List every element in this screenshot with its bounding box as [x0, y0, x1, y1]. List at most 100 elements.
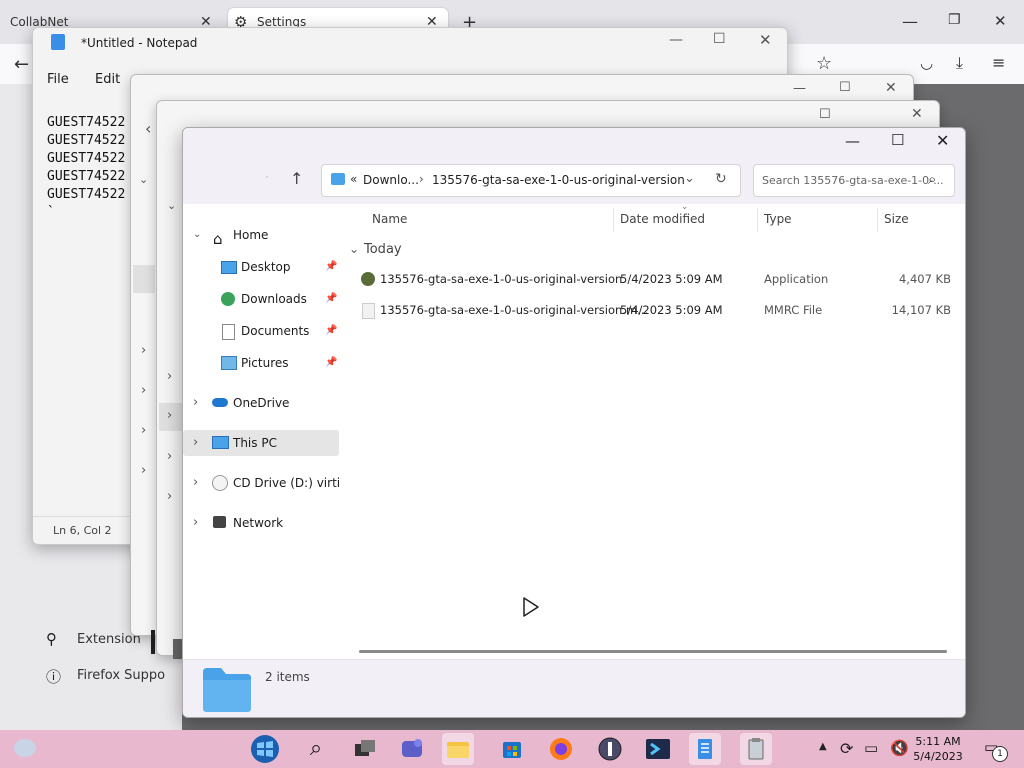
back-icon[interactable]: ‹ [145, 119, 151, 138]
column-header-name[interactable]: Name [372, 212, 407, 226]
column-divider[interactable] [757, 208, 758, 232]
firefox-icon[interactable] [545, 733, 577, 765]
refresh-icon[interactable]: ↻ [715, 171, 727, 187]
chevron-down-icon[interactable]: ⌄ [139, 173, 148, 186]
store-icon[interactable] [496, 733, 528, 765]
column-divider[interactable] [877, 208, 878, 232]
navigation-pane: ⌄ ⌂ Home Desktop 📌 Downloads 📌 Documents… [183, 204, 343, 659]
breadcrumb-overflow[interactable]: « [350, 172, 357, 186]
maximize-icon[interactable]: ☐ [891, 131, 904, 149]
close-icon[interactable]: ✕ [936, 131, 949, 150]
column-header-date[interactable]: Date modified [620, 212, 705, 226]
sync-icon[interactable]: ⟳ [840, 739, 853, 758]
minimize-icon[interactable]: — [669, 32, 683, 48]
nav-item-documents[interactable]: Documents 📌 [183, 318, 339, 344]
column-header-size[interactable]: Size [884, 212, 909, 226]
chevron-right-icon[interactable]: › [141, 383, 146, 398]
chevron-down-icon[interactable]: ⌄ [349, 242, 359, 256]
file-type: MMRC File [764, 303, 823, 317]
notepad-text-area[interactable]: GUEST74522 GUEST74522 GUEST74522 GUEST74… [47, 114, 125, 222]
maximize-icon[interactable]: ☐ [713, 31, 726, 47]
nav-item-this-pc[interactable]: › This PC [183, 430, 339, 456]
notepad-taskbar-icon[interactable] [689, 733, 721, 765]
network-status-icon[interactable]: ▭ [864, 739, 878, 757]
menu-edit[interactable]: Edit [95, 72, 120, 87]
sidebar-item-label: Firefox Suppo [77, 668, 166, 683]
chevron-right-icon[interactable]: › [193, 390, 198, 416]
address-bar[interactable]: « Downlo... › 135576-gta-sa-exe-1-0-us-o… [321, 164, 741, 197]
close-icon[interactable]: ✕ [911, 106, 923, 122]
weather-icon[interactable] [14, 739, 36, 757]
nav-item-desktop[interactable]: Desktop 📌 [183, 254, 339, 280]
file-row[interactable]: 135576-gta-sa-exe-1-0-us-original-versio… [343, 265, 965, 293]
chevron-right-icon[interactable]: › [141, 343, 146, 358]
close-icon[interactable]: ✕ [885, 80, 897, 96]
nav-label: Home [233, 228, 269, 242]
file-explorer-taskbar-icon[interactable] [442, 733, 474, 765]
download-icon[interactable]: ⤓ [956, 53, 963, 73]
show-hidden-icons-icon[interactable]: ▲ [819, 741, 827, 752]
pin-icon[interactable]: 📌 [325, 286, 337, 312]
search-icon[interactable]: ⌕ [928, 170, 936, 188]
minimize-icon[interactable]: — [902, 12, 918, 31]
text-line: GUEST74522 [47, 187, 126, 202]
chevron-down-icon[interactable]: ⌄ [684, 171, 695, 186]
up-arrow-icon[interactable]: ↑ [290, 169, 303, 188]
pin-icon[interactable]: 📌 [325, 318, 337, 344]
chevron-down-icon[interactable]: ⌄ [167, 199, 176, 212]
folder-icon [201, 666, 253, 712]
chevron-right-icon[interactable]: › [167, 369, 172, 384]
breadcrumb-parent[interactable]: Downlo... [363, 173, 419, 187]
task-view-icon[interactable] [349, 733, 381, 765]
chevron-down-icon[interactable]: ⌄ [193, 222, 201, 248]
sidebar-item-support[interactable]: ⓘ Firefox Suppo [46, 666, 176, 686]
bookmark-star-icon[interactable]: ☆ [816, 53, 832, 74]
help-icon: ⓘ [46, 668, 62, 686]
horizontal-scrollbar[interactable] [359, 650, 947, 653]
chevron-right-icon[interactable]: › [167, 408, 172, 423]
breadcrumb-separator: › [419, 172, 424, 186]
selected-row [133, 265, 155, 293]
chevron-right-icon[interactable]: › [167, 449, 172, 464]
maximize-icon[interactable]: ☐ [819, 107, 831, 122]
file-icon [362, 303, 375, 319]
clipboard-app-icon[interactable] [740, 733, 772, 765]
menu-file[interactable]: File [47, 72, 69, 87]
chevron-right-icon[interactable]: › [141, 463, 146, 478]
minimize-icon[interactable]: — [793, 81, 806, 96]
notification-center[interactable]: ▭ 1 [984, 738, 1012, 762]
nav-item-pictures[interactable]: Pictures 📌 [183, 350, 339, 376]
chevron-right-icon[interactable]: › [167, 489, 172, 504]
nav-item-onedrive[interactable]: › OneDrive [183, 390, 339, 416]
menu-icon[interactable]: ≡ [992, 53, 1005, 72]
close-window-icon[interactable]: ✕ [994, 12, 1007, 30]
app-icon[interactable] [594, 733, 626, 765]
column-header-type[interactable]: Type [764, 212, 792, 226]
nav-item-downloads[interactable]: Downloads 📌 [183, 286, 339, 312]
chevron-right-icon[interactable]: › [141, 423, 146, 438]
restore-icon[interactable]: ❐ [948, 12, 961, 28]
chat-icon[interactable] [396, 733, 428, 765]
minimize-icon[interactable]: — [845, 132, 860, 150]
back-icon[interactable]: ← [14, 54, 29, 75]
chevron-right-icon[interactable]: › [193, 430, 198, 456]
clock[interactable]: 5:11 AM 5/4/2023 [912, 734, 964, 764]
pin-icon[interactable]: 📌 [325, 254, 337, 280]
maximize-icon[interactable]: ☐ [839, 80, 851, 95]
nav-item-cd-drive[interactable]: › CD Drive (D:) virtio-v [183, 470, 339, 496]
start-button[interactable] [249, 733, 281, 765]
volume-muted-icon[interactable]: 🔇 [890, 739, 909, 757]
powershell-icon[interactable] [642, 733, 674, 765]
nav-item-network[interactable]: › Network [183, 510, 339, 536]
pocket-icon[interactable]: ◡ [920, 54, 933, 72]
close-icon[interactable]: ✕ [759, 31, 772, 49]
search-box[interactable]: Search 135576-gta-sa-exe-1-0-... ⌕ [753, 164, 955, 197]
chevron-right-icon[interactable]: › [193, 470, 198, 496]
chevron-right-icon[interactable]: › [193, 510, 198, 536]
nav-item-home[interactable]: ⌄ ⌂ Home [183, 222, 339, 248]
file-row[interactable]: 135576-gta-sa-exe-1-0-us-original-versio… [343, 296, 965, 324]
pin-icon[interactable]: 📌 [325, 350, 337, 376]
search-icon[interactable]: ⌕ [300, 733, 332, 765]
column-divider[interactable] [613, 208, 614, 232]
breadcrumb-current[interactable]: 135576-gta-sa-exe-1-0-us-original-versio… [432, 173, 685, 187]
